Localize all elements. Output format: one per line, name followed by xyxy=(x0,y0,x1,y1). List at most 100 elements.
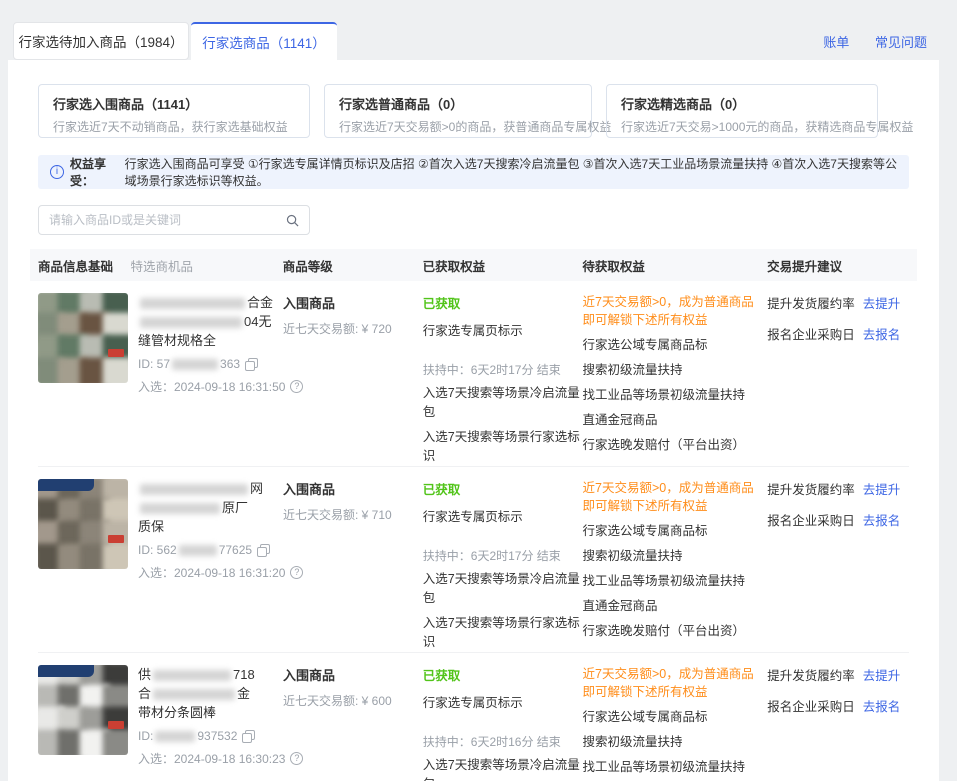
product-grade-cell: 入围商品 近七天交易额: ¥ 710 xyxy=(283,479,423,652)
suggestion-action-link[interactable]: 去报名 xyxy=(863,700,901,714)
product-title[interactable]: 网原厂质保 xyxy=(138,479,283,536)
card-description: 行家选近7天交易额>0的商品，获普通商品专属权益 xyxy=(339,118,577,135)
text-fragment: 04无 xyxy=(244,314,271,329)
suggestion-label: 提升发货履约率 xyxy=(767,297,855,311)
text-fragment: 363 xyxy=(220,357,240,371)
trade-suggestions-cell: 提升发货履约率去提升报名企业采购日去报名 xyxy=(767,293,909,466)
product-title[interactable]: 合金 04无缝管材规格全 xyxy=(138,293,283,350)
header-featured-opportunity-tab[interactable]: 特选商机品 xyxy=(131,260,194,274)
suggestion-action-link[interactable]: 去提升 xyxy=(863,669,901,683)
suggestion-action-link[interactable]: 去提升 xyxy=(863,297,901,311)
pending-benefit-item: 直通金冠商品 xyxy=(583,411,768,429)
pending-items: 行家选公域专属商品标搜索初级流量扶持找工业品等场景初级流量扶持直通金冠商品行家选… xyxy=(583,708,768,781)
product-thumbnail[interactable] xyxy=(38,665,128,755)
text-fragment: 合 xyxy=(138,686,151,701)
product-selected-time: 入选：2024-09-18 16:31:20? xyxy=(138,564,283,581)
pending-benefit-item: 行家选晚发赔付（平台出资） xyxy=(583,436,768,454)
table-row: 供718合金带材分条圆棒 ID: 937532 入选：2024-09-18 16… xyxy=(38,653,909,781)
pending-benefits-cell: 近7天交易额>0，成为普通商品即可解锁下述所有权益 行家选公域专属商品标搜索初级… xyxy=(583,479,768,652)
trade-suggestions-cell: 提升发货履约率去提升报名企业采购日去报名 xyxy=(767,479,909,652)
card-description: 行家选近7天不动销商品，获行家选基础权益 xyxy=(53,118,295,135)
text-fragment: ID: 562 xyxy=(138,543,177,557)
card-title: 行家选普通商品（0） xyxy=(339,94,577,113)
suggestion-row: 提升发货履约率去提升 xyxy=(767,665,909,684)
text-fragment: 718 xyxy=(233,667,255,682)
header-pending-benefits: 待获取权益 xyxy=(582,256,767,275)
text-fragment: 合金 xyxy=(247,295,273,310)
redacted-text xyxy=(140,484,248,495)
acquired-benefits-cell: 已获取 行家选专属页标示 扶持中：6天2时17分 结束 入选7天搜索等场景冷启流… xyxy=(423,479,583,652)
acquired-benefits-cell: 已获取 行家选专属页标示 扶持中：6天2时16分 结束 入选7天搜索等场景冷启流… xyxy=(423,665,583,781)
product-info-cell: 网原厂质保 ID: 56277625 入选：2024-09-18 16:31:2… xyxy=(38,479,283,652)
card-normal-products[interactable]: 行家选普通商品（0） 行家选近7天交易额>0的商品，获普通商品专属权益 xyxy=(324,84,592,138)
product-info-cell: 供718合金带材分条圆棒 ID: 937532 入选：2024-09-18 16… xyxy=(38,665,283,781)
suggestion-action-link[interactable]: 去报名 xyxy=(863,328,901,342)
product-thumbnail[interactable] xyxy=(38,293,128,383)
support-benefit-item: 入选7天搜索等场景行家选标识 xyxy=(423,428,583,466)
support-countdown: 扶持中：6天2时16分 结束 xyxy=(423,733,583,750)
redacted-text xyxy=(140,298,245,309)
support-benefit-item: 入选7天搜索等场景冷启流量包 xyxy=(423,756,583,781)
text-fragment: 供 xyxy=(138,667,151,682)
suggestion-action-link[interactable]: 去提升 xyxy=(863,483,901,497)
support-countdown: 扶持中：6天2时17分 结束 xyxy=(423,547,583,564)
copy-icon[interactable] xyxy=(257,544,270,557)
selected-time-text: 入选：2024-09-18 16:30:23 xyxy=(138,750,285,767)
pending-benefit-item: 搜索初级流量扶持 xyxy=(583,547,768,565)
product-info-cell: 合金04无缝管材规格全 ID: 57363 入选：2024-09-18 16:3… xyxy=(38,293,283,466)
product-thumbnail[interactable] xyxy=(38,479,128,569)
text-fragment: 带材分条圆棒 xyxy=(138,705,216,720)
suggestion-action-link[interactable]: 去报名 xyxy=(863,514,901,528)
acquired-items: 行家选专属页标示 xyxy=(423,320,583,339)
support-benefit-item: 入选7天搜索等场景冷启流量包 xyxy=(423,384,583,422)
product-selected-time: 入选：2024-09-18 16:31:50? xyxy=(138,378,283,395)
search-input[interactable] xyxy=(49,213,286,227)
header-acquired-benefits: 已获取权益 xyxy=(423,256,583,275)
seven-day-trade-amount: 近七天交易额: ¥ 710 xyxy=(283,506,423,523)
redacted-text xyxy=(140,503,220,514)
suggestion-label: 报名企业采购日 xyxy=(767,328,855,342)
bill-link[interactable]: 账单 xyxy=(823,35,849,50)
info-icon: i xyxy=(50,165,64,179)
acquired-status: 已获取 xyxy=(423,293,583,312)
product-table-body: 合金04无缝管材规格全 ID: 57363 入选：2024-09-18 16:3… xyxy=(38,281,909,781)
acquired-benefit-item: 行家选专属页标示 xyxy=(423,506,583,525)
card-featured-products[interactable]: 行家选精选商品（0） 行家选近7天交易>1000元的商品，获精选商品专属权益 xyxy=(606,84,878,138)
card-description: 行家选近7天交易>1000元的商品，获精选商品专属权益 xyxy=(621,118,863,135)
support-benefit-item: 入选7天搜索等场景行家选标识 xyxy=(423,614,583,652)
support-items: 入选7天搜索等场景冷启流量包入选7天搜索等场景行家选标识 xyxy=(423,384,583,466)
suggestion-row: 报名企业采购日去报名 xyxy=(767,510,909,529)
redacted-text xyxy=(172,359,218,370)
card-title: 行家选精选商品（0） xyxy=(621,94,863,113)
thumbnail-banner xyxy=(38,665,94,677)
summary-cards: 行家选入围商品（1141） 行家选近7天不动销商品，获行家选基础权益 行家选普通… xyxy=(38,84,909,138)
table-header: 商品信息基础 特选商机品 商品等级 已获取权益 待获取权益 交易提升建议 xyxy=(30,249,917,281)
header-product-info-tab[interactable]: 商品信息基础 xyxy=(38,260,113,274)
suggestion-row: 报名企业采购日去报名 xyxy=(767,696,909,715)
banner-text: 行家选入围商品可享受 ①行家选专属详情页标识及店招 ②首次入选7天搜索冷启流量包… xyxy=(125,155,897,189)
text-fragment: 缝管材规格全 xyxy=(138,333,216,348)
text-fragment: 原厂 xyxy=(222,500,248,515)
support-countdown: 扶持中：6天2时17分 结束 xyxy=(423,361,583,378)
main-panel: 行家选入围商品（1141） 行家选近7天不动销商品，获行家选基础权益 行家选普通… xyxy=(8,60,939,781)
header-product-info: 商品信息基础 特选商机品 xyxy=(38,256,283,275)
tab-pending-products[interactable]: 行家选待加入商品（1984） xyxy=(13,22,189,60)
seven-day-trade-amount: 近七天交易额: ¥ 600 xyxy=(283,692,423,709)
product-title[interactable]: 供718合金带材分条圆棒 xyxy=(138,665,283,722)
pending-benefits-cell: 近7天交易额>0，成为普通商品即可解锁下述所有权益 行家选公域专属商品标搜索初级… xyxy=(583,293,768,466)
banner-label: 权益享受： xyxy=(70,155,121,189)
text-fragment: ID: xyxy=(138,729,153,743)
tab-selected-products[interactable]: 行家选商品（1141） xyxy=(191,22,337,60)
suggestion-row: 提升发货履约率去提升 xyxy=(767,479,909,498)
copy-icon[interactable] xyxy=(242,730,255,743)
pending-highlight: 近7天交易额>0，成为普通商品即可解锁下述所有权益 xyxy=(583,479,761,515)
search-icon[interactable] xyxy=(286,214,299,227)
copy-icon[interactable] xyxy=(245,358,258,371)
header-product-grade: 商品等级 xyxy=(283,256,423,275)
support-benefit-item: 入选7天搜索等场景冷启流量包 xyxy=(423,570,583,608)
product-selected-time: 入选：2024-09-18 16:30:23? xyxy=(138,750,283,767)
card-shortlisted-products[interactable]: 行家选入围商品（1141） 行家选近7天不动销商品，获行家选基础权益 xyxy=(38,84,310,138)
redacted-text xyxy=(140,317,242,328)
redacted-text xyxy=(155,731,195,742)
faq-link[interactable]: 常见问题 xyxy=(875,35,927,50)
